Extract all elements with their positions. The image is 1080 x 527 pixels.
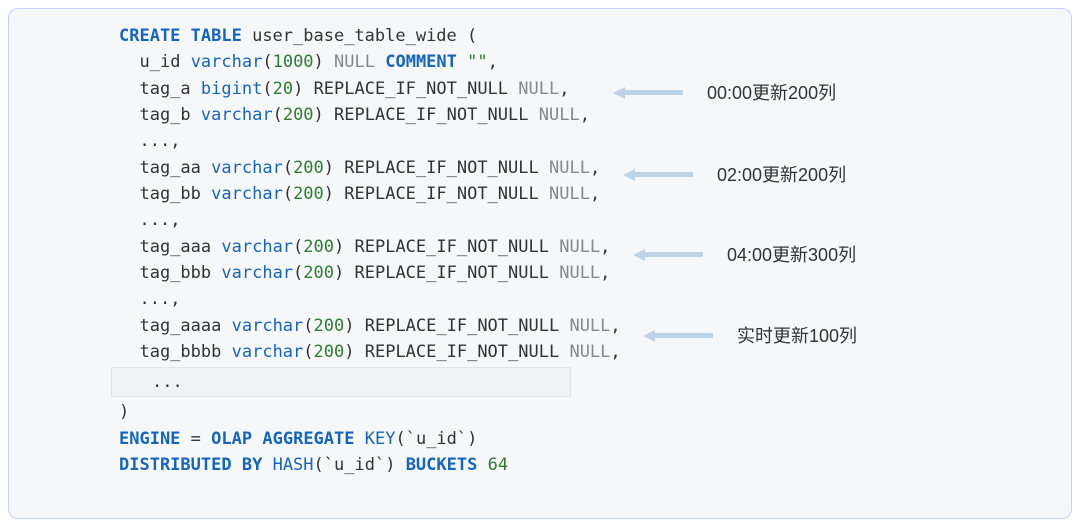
close-paren: ) <box>119 402 129 422</box>
col-u-id: u_id <box>139 52 180 72</box>
type-varchar: varchar <box>211 184 283 204</box>
code-diagram-container: CREATE TABLE user_base_table_wide ( u_id… <box>8 8 1072 519</box>
olap-kw: OLAP <box>211 429 252 449</box>
num-200: 200 <box>314 316 345 336</box>
col-tag-bbbb: tag_bbbb <box>139 342 221 362</box>
dots: ..., <box>139 131 180 151</box>
null-kw: NULL <box>334 52 375 72</box>
replace-if: REPLACE_IF_NOT_NULL <box>365 342 559 362</box>
annotation-1: 00:00更新200列 <box>613 79 836 105</box>
num-200: 200 <box>303 263 334 283</box>
engine-kw: ENGINE <box>119 429 180 449</box>
col-tag-aaa: tag_aaa <box>139 237 211 257</box>
num-20: 20 <box>273 79 293 99</box>
replace-if: REPLACE_IF_NOT_NULL <box>355 263 549 283</box>
type-varchar: varchar <box>211 158 283 178</box>
annotation-2: 02:00更新200列 <box>623 161 846 187</box>
replace-if: REPLACE_IF_NOT_NULL <box>344 184 538 204</box>
null-kw: NULL <box>549 158 590 178</box>
num-1000: 1000 <box>273 52 314 72</box>
type-varchar: varchar <box>232 342 304 362</box>
arrow-left-icon <box>633 249 703 259</box>
distributed-kw: DISTRIBUTED <box>119 455 232 475</box>
empty-str: "" <box>467 52 487 72</box>
num-200: 200 <box>293 158 324 178</box>
sql-footer-block: ) ENGINE = OLAP AGGREGATE KEY(`u_id`) DI… <box>119 399 1047 478</box>
create-table-kw: CREATE TABLE <box>119 26 242 46</box>
arrow-left-icon <box>623 169 693 179</box>
replace-if: REPLACE_IF_NOT_NULL <box>334 105 528 125</box>
type-varchar: varchar <box>232 316 304 336</box>
null-kw: NULL <box>559 263 600 283</box>
key-kw: KEY <box>365 429 396 449</box>
null-kw: NULL <box>569 342 610 362</box>
null-kw: NULL <box>549 184 590 204</box>
num-200: 200 <box>314 342 345 362</box>
type-varchar: varchar <box>221 263 293 283</box>
annotation-4: 实时更新100列 <box>643 322 857 348</box>
col-tag-aa: tag_aa <box>139 158 200 178</box>
replace-if: REPLACE_IF_NOT_NULL <box>365 316 559 336</box>
null-kw: NULL <box>518 79 559 99</box>
truncated-block: ... <box>111 367 571 397</box>
null-kw: NULL <box>559 237 600 257</box>
col-tag-bbb: tag_bbb <box>139 263 211 283</box>
arrow-left-icon <box>613 87 683 97</box>
type-varchar: varchar <box>191 52 263 72</box>
dots: ..., <box>139 289 180 309</box>
dots: ..., <box>139 210 180 230</box>
comment-kw: COMMENT <box>385 52 457 72</box>
u-id-quoted-2: `u_id` <box>324 455 385 475</box>
col-tag-bb: tag_bb <box>139 184 200 204</box>
arrow-left-icon <box>643 330 713 340</box>
hash-fn: HASH <box>273 455 314 475</box>
open-paren: ( <box>467 26 477 46</box>
null-kw: NULL <box>539 105 580 125</box>
type-bigint: bigint <box>201 79 262 99</box>
col-tag-b: tag_b <box>139 105 190 125</box>
annotation-4-label: 实时更新100列 <box>737 322 857 348</box>
annotation-3: 04:00更新300列 <box>633 241 856 267</box>
u-id-quoted: `u_id` <box>406 429 467 449</box>
replace-if: REPLACE_IF_NOT_NULL <box>314 79 508 99</box>
num-64: 64 <box>488 455 508 475</box>
aggregate-kw: AGGREGATE <box>262 429 354 449</box>
buckets-kw: BUCKETS <box>406 455 478 475</box>
annotation-2-label: 02:00更新200列 <box>717 161 846 187</box>
type-varchar: varchar <box>221 237 293 257</box>
col-tag-a: tag_a <box>139 79 190 99</box>
col-tag-aaaa: tag_aaaa <box>139 316 221 336</box>
dots-truncated: ... <box>152 372 183 392</box>
num-200: 200 <box>293 184 324 204</box>
replace-if: REPLACE_IF_NOT_NULL <box>355 237 549 257</box>
sql-code-block: CREATE TABLE user_base_table_wide ( u_id… <box>119 23 1047 365</box>
type-varchar: varchar <box>201 105 273 125</box>
num-200: 200 <box>283 105 314 125</box>
num-200: 200 <box>303 237 334 257</box>
table-name: user_base_table_wide <box>252 26 457 46</box>
replace-if: REPLACE_IF_NOT_NULL <box>344 158 538 178</box>
by-kw: BY <box>242 455 262 475</box>
annotation-3-label: 04:00更新300列 <box>727 241 856 267</box>
null-kw: NULL <box>569 316 610 336</box>
annotation-1-label: 00:00更新200列 <box>707 79 836 105</box>
